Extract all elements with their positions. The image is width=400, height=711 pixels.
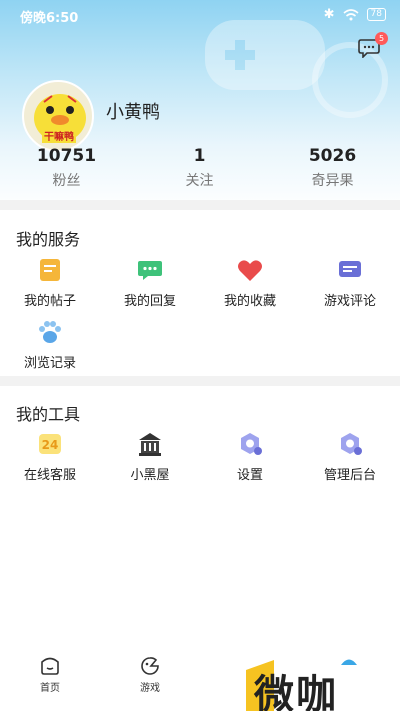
tool-label: 在线客服	[23, 468, 76, 483]
tool-admin[interactable]: 管理后台	[300, 430, 400, 483]
message-count-badge: 5	[375, 32, 388, 45]
service-label: 我的回复	[123, 294, 176, 309]
home-icon	[41, 657, 59, 675]
battery-indicator: 78	[366, 8, 386, 21]
service-label: 我的帖子	[23, 294, 76, 309]
stat-value: 10751	[36, 146, 97, 166]
avatar-caption: 干嘛鸭	[42, 128, 76, 143]
paw-icon	[39, 321, 61, 343]
stat-label: 关注	[185, 173, 214, 189]
tab-label: 首页	[40, 683, 60, 694]
service-my-posts[interactable]: 我的帖子	[0, 256, 100, 309]
post-icon	[40, 259, 60, 281]
section-divider	[0, 200, 400, 210]
tab-label: 游戏	[140, 683, 160, 694]
settings-icon	[241, 433, 262, 455]
tab-game[interactable]: 游戏	[120, 656, 180, 694]
messages-button[interactable]: 5	[358, 32, 388, 62]
service-24-icon: 24	[39, 434, 61, 454]
stat-kiwi[interactable]: 5026 奇异果	[266, 146, 399, 190]
tool-label: 设置	[236, 468, 263, 483]
bluetooth-icon: ✱	[323, 7, 335, 22]
service-my-favorites[interactable]: 我的收藏	[200, 256, 300, 309]
service-label: 浏览记录	[23, 356, 76, 371]
tool-label: 管理后台	[323, 468, 376, 483]
profile-stats: 10751 粉丝 1 关注 5026 奇异果	[0, 146, 400, 190]
service-my-replies[interactable]: 我的回复	[100, 256, 200, 309]
heart-icon	[238, 260, 262, 281]
service-game-comments[interactable]: 游戏评论	[300, 256, 400, 309]
reply-icon	[138, 261, 162, 280]
admin-icon	[341, 433, 362, 455]
service-browse-history[interactable]: 浏览记录	[0, 318, 100, 371]
section-divider	[0, 376, 400, 386]
stat-label: 粉丝	[52, 173, 81, 189]
tools-title: 我的工具	[16, 405, 81, 424]
controller-decoration-icon	[312, 42, 388, 118]
wifi-icon	[343, 8, 359, 20]
services-title: 我的服务	[16, 230, 81, 249]
stat-following[interactable]: 1 关注	[133, 146, 266, 190]
status-icons: ✱ 78	[324, 7, 386, 22]
stat-label: 奇异果	[311, 173, 354, 189]
tool-settings[interactable]: 设置	[200, 430, 300, 483]
game-icon	[141, 657, 159, 675]
stat-fans[interactable]: 10751 粉丝	[0, 146, 133, 190]
stat-value: 1	[193, 146, 206, 166]
comment-icon	[339, 261, 361, 277]
tool-blackroom[interactable]: 小黑屋	[100, 430, 200, 483]
service-24-text: 24	[42, 438, 59, 452]
avatar[interactable]: 干嘛鸭	[22, 80, 94, 152]
status-time: 傍晚6:50	[20, 11, 79, 26]
username: 小黄鸭	[106, 102, 160, 123]
service-label: 我的收藏	[223, 294, 276, 309]
watermark-text: 微咖	[254, 672, 338, 711]
tool-online-service[interactable]: 24 在线客服	[0, 430, 100, 483]
service-label: 游戏评论	[323, 294, 376, 309]
status-bar: 傍晚6:50 ✱ 78	[0, 0, 400, 30]
tab-home[interactable]: 首页	[20, 656, 80, 694]
stat-value: 5026	[308, 146, 357, 166]
building-icon	[139, 433, 161, 456]
tool-label: 小黑屋	[130, 468, 170, 483]
